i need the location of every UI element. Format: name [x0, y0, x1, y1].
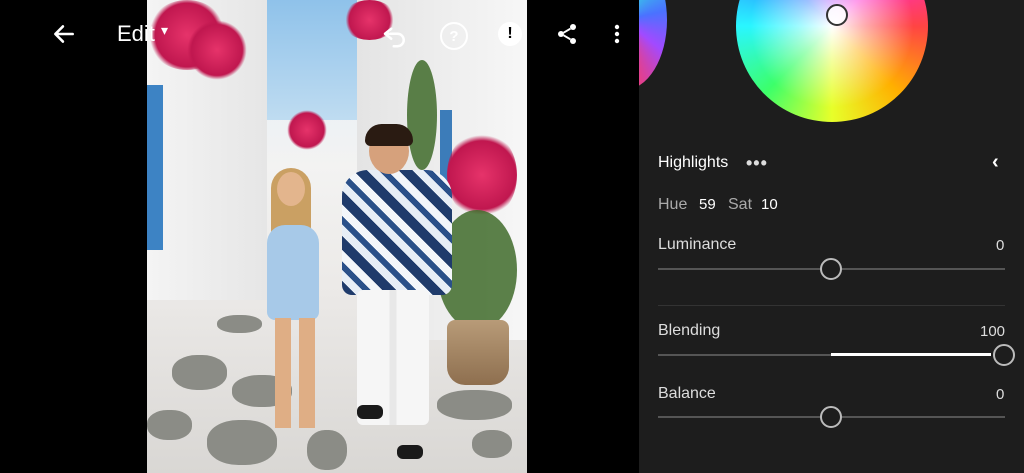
section-title: Highlights — [658, 154, 729, 171]
photo-shoe — [357, 405, 383, 419]
help-icon[interactable]: ? — [440, 22, 468, 50]
photo-man-hair — [365, 124, 413, 146]
photo-plant — [407, 60, 437, 170]
divider — [658, 305, 1005, 306]
photo-stone — [472, 430, 512, 458]
photo-woman-head — [277, 172, 305, 206]
luminance-label: Luminance — [658, 236, 737, 253]
photo-man-shirt — [342, 170, 452, 295]
hue-value: 59 — [699, 196, 716, 213]
chevron-down-icon[interactable]: ▾ — [161, 22, 168, 39]
blending-value: 100 — [980, 323, 1006, 340]
photo-shoe — [397, 445, 423, 459]
more-options-icon[interactable]: ••• — [746, 153, 768, 174]
photo-plant-pot — [447, 320, 509, 385]
back-arrow-icon[interactable] — [50, 20, 78, 48]
photo-stone — [207, 420, 277, 465]
color-wheel-handle[interactable] — [826, 4, 848, 26]
color-grading-panel: Highlights ••• ‹ Hue 59 Sat 10 Luminance… — [639, 0, 1024, 473]
photo-stone — [172, 355, 227, 390]
luminance-slider-thumb[interactable] — [820, 258, 842, 280]
photo-flowers — [287, 110, 327, 150]
undo-icon[interactable] — [380, 20, 410, 50]
blending-label: Blending — [658, 322, 721, 339]
photo-preview — [147, 0, 527, 473]
hue-label: Hue — [658, 196, 688, 213]
photo-blue-door-left — [147, 85, 163, 250]
share-icon[interactable] — [555, 22, 579, 46]
balance-slider-thumb[interactable] — [820, 406, 842, 428]
blending-slider-track[interactable] — [658, 354, 832, 356]
photo-flowers — [187, 20, 247, 80]
midtones-color-wheel[interactable] — [639, 0, 667, 90]
sat-value: 10 — [761, 196, 778, 213]
more-vertical-icon[interactable] — [605, 22, 629, 46]
photo-flowers — [447, 130, 517, 220]
balance-value: 0 — [996, 386, 1005, 403]
luminance-value: 0 — [996, 237, 1005, 254]
photo-stone — [217, 315, 262, 333]
blending-slider-thumb[interactable] — [993, 344, 1015, 366]
alert-icon[interactable]: ! — [498, 22, 522, 46]
edit-mode-dropdown[interactable]: Edit — [117, 21, 155, 47]
sat-label: Sat — [728, 196, 753, 213]
balance-label: Balance — [658, 385, 716, 402]
blending-slider-fill — [831, 353, 991, 356]
photo-stone — [307, 430, 347, 470]
chevron-left-icon[interactable]: ‹ — [992, 151, 999, 174]
photo-stone — [147, 410, 192, 440]
photo-stone — [437, 390, 512, 420]
photo-woman-legs — [275, 318, 315, 428]
photo-woman-dress — [267, 225, 319, 320]
